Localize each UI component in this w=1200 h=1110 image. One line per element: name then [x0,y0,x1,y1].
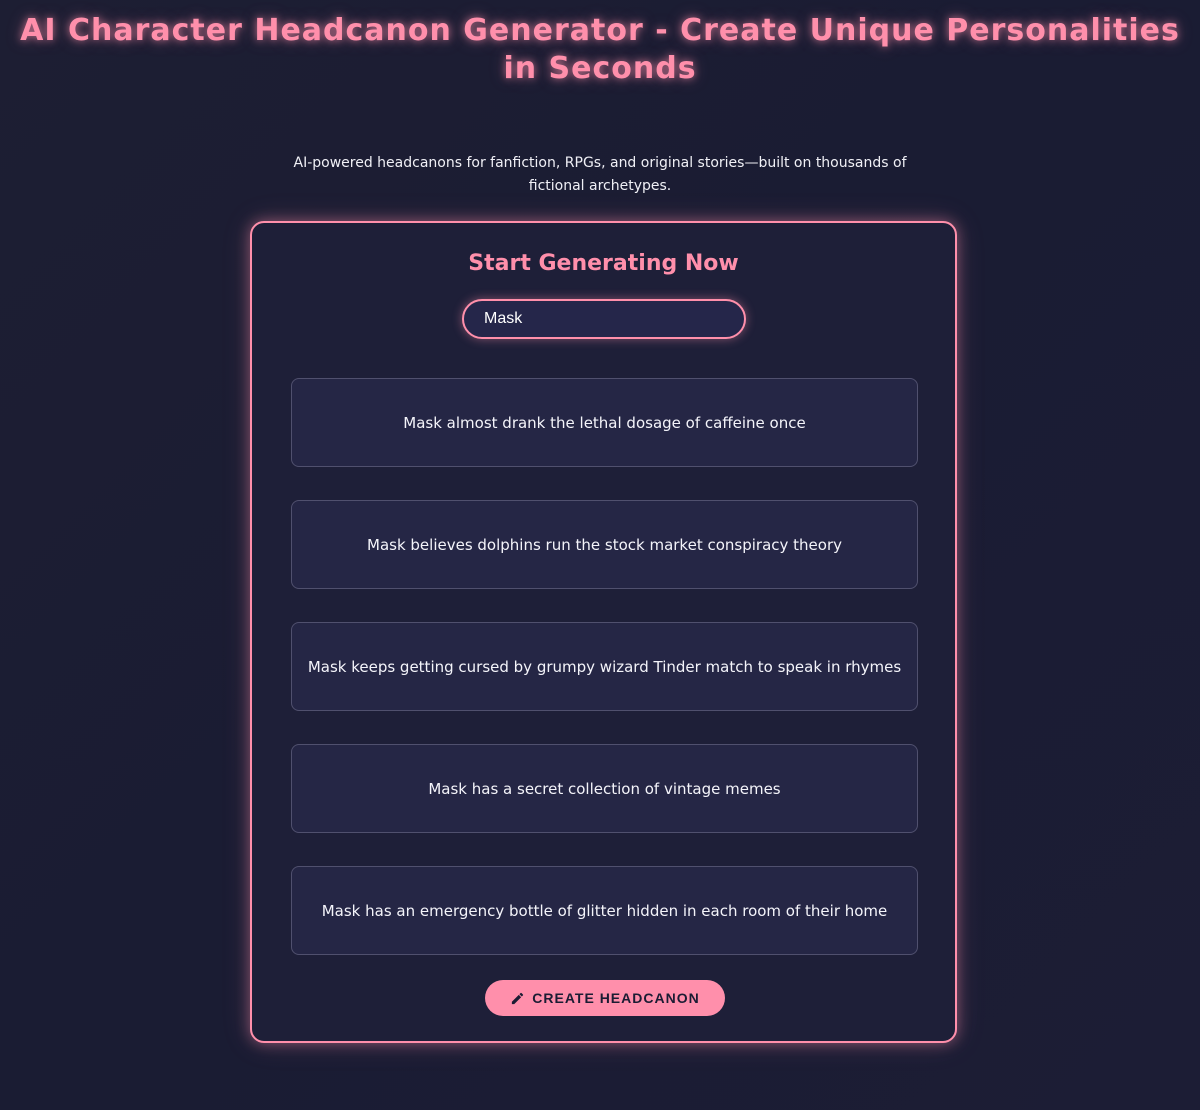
headcanon-result-card: Mask almost drank the lethal dosage of c… [291,378,918,467]
pencil-icon [510,991,525,1006]
generator-title: Start Generating Now [468,251,739,276]
tagline: AI-powered headcanons for fanfiction, RP… [293,155,907,194]
headcanon-result-card: Mask has a secret collection of vintage … [291,744,918,833]
headcanon-result-card: Mask believes dolphins run the stock mar… [291,500,918,589]
generator-card: Start Generating Now Mask almost drank t… [250,221,957,1043]
character-name-input[interactable] [462,299,746,339]
create-headcanon-label: CREATE HEADCANON [532,990,700,1006]
headcanon-result-card: Mask has an emergency bottle of glitter … [291,866,918,955]
page-title: AI Character Headcanon Generator - Creat… [20,13,1180,86]
headcanon-results: Mask almost drank the lethal dosage of c… [291,378,918,988]
create-headcanon-button[interactable]: CREATE HEADCANON [485,980,725,1016]
headcanon-result-card: Mask keeps getting cursed by grumpy wiza… [291,622,918,711]
